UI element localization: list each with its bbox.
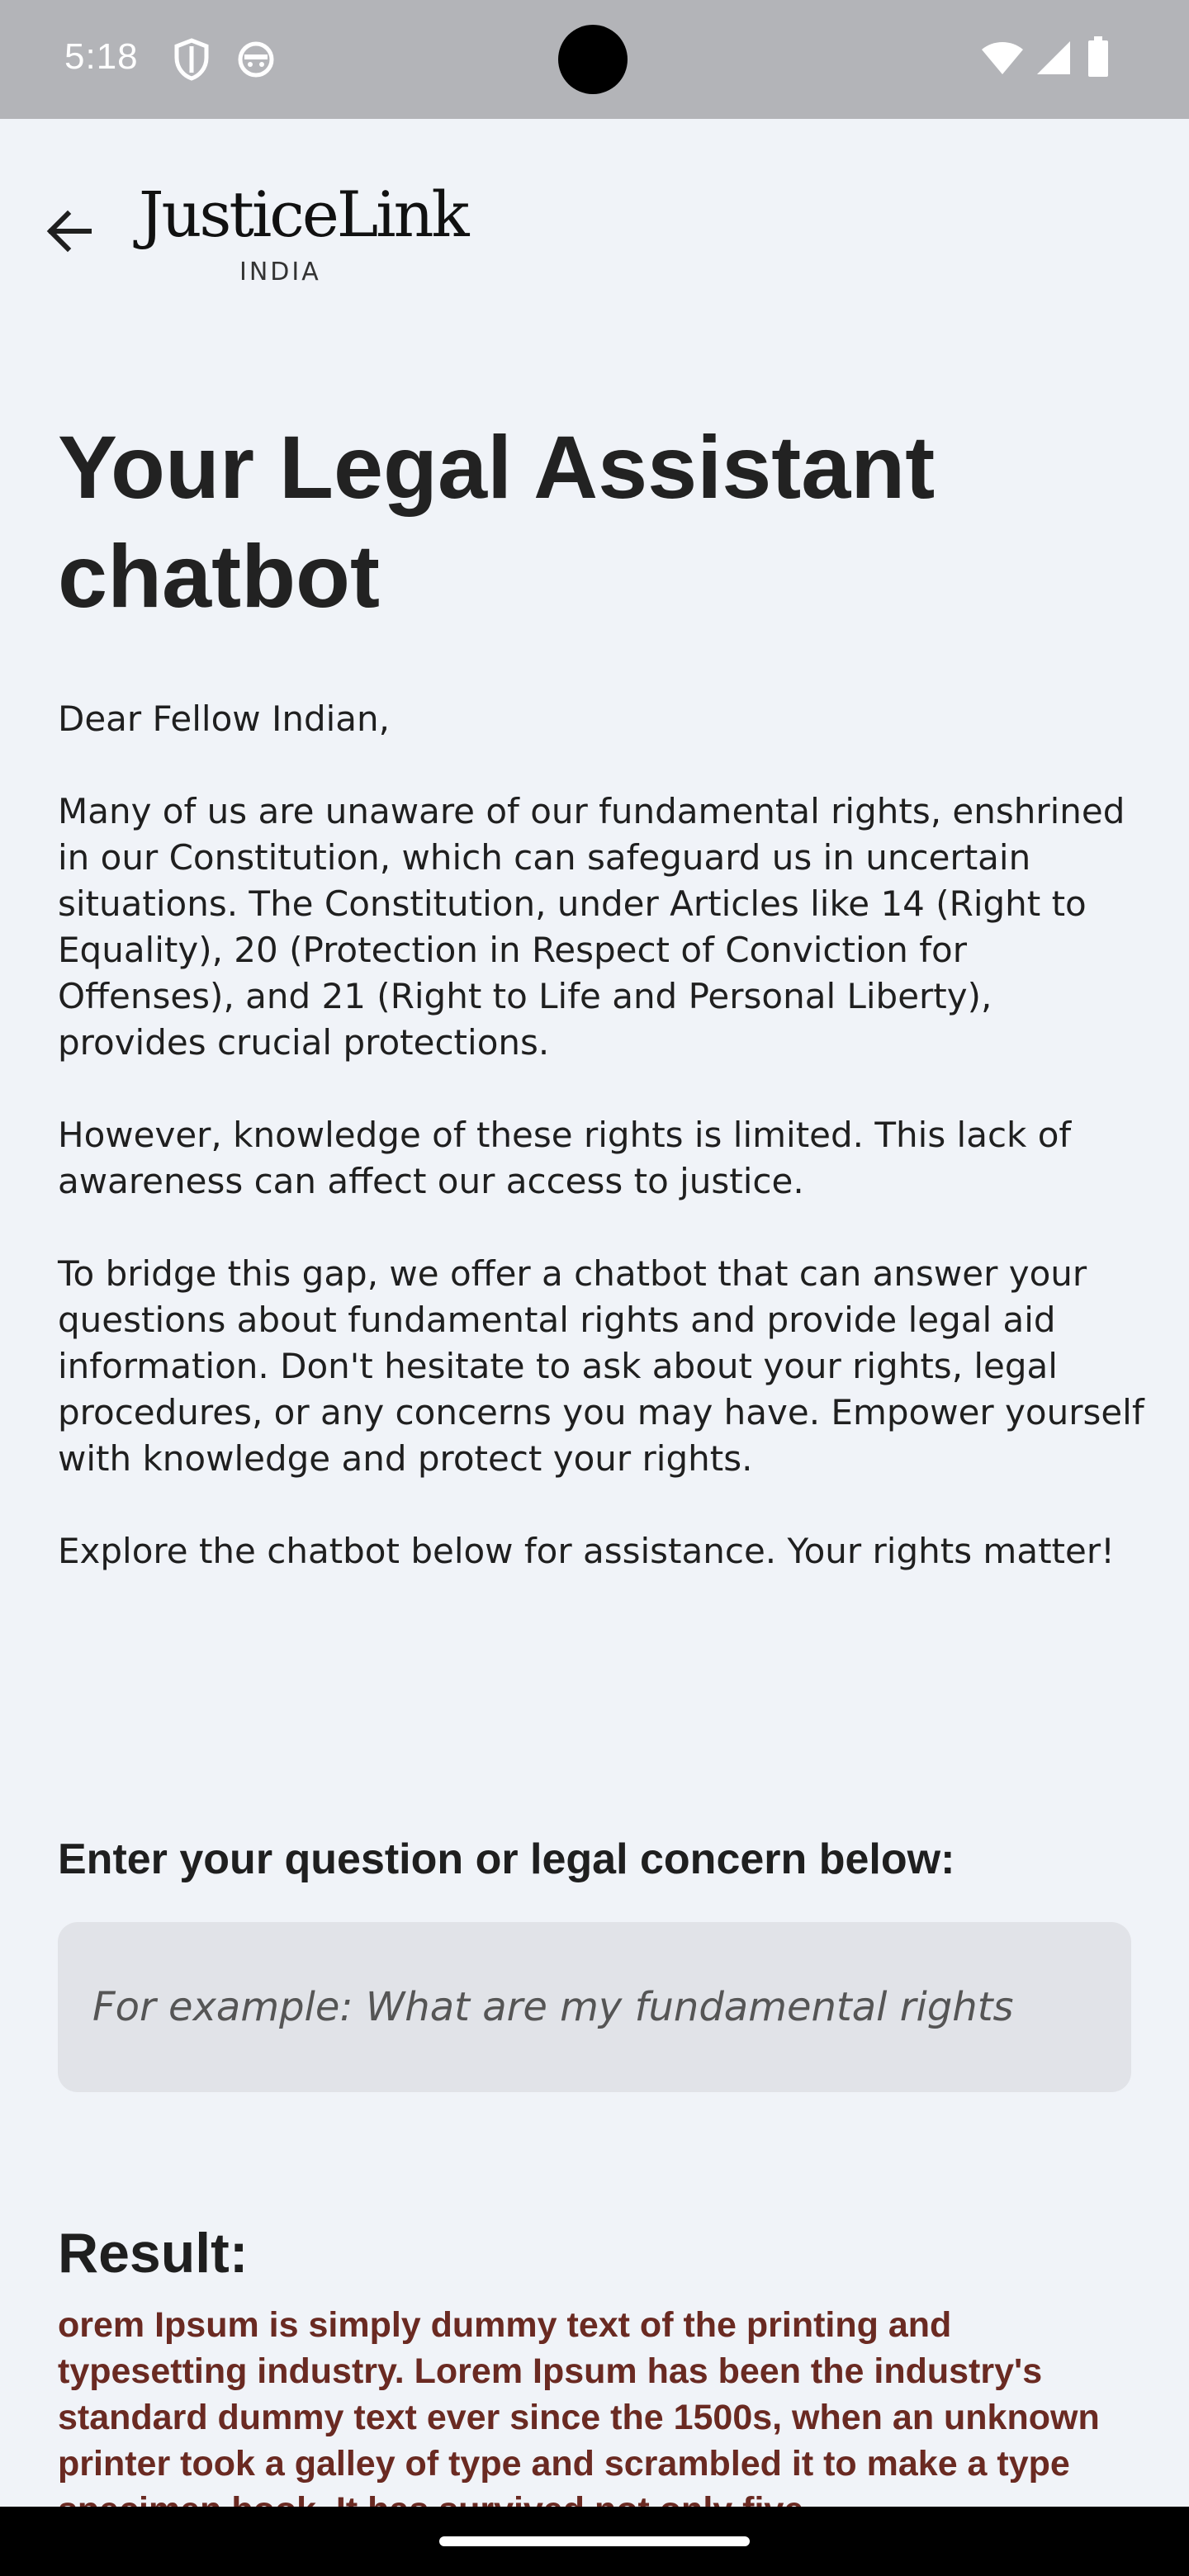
status-time: 5:18 (64, 36, 139, 77)
result-text: orem Ipsum is simply dummy text of the p… (58, 2305, 1100, 2530)
status-bar: 5:18 (0, 0, 1189, 119)
android-face-icon (236, 38, 276, 81)
page-title: Your Legal Assistant chatbot (58, 417, 936, 626)
signal-icon (1035, 40, 1072, 79)
question-input[interactable] (58, 1922, 1131, 2092)
navigation-bar (0, 2507, 1189, 2576)
logo-name: JusticeLink (139, 178, 470, 251)
intro-paragraph: To bridge this gap, we offer a chatbot t… (58, 1253, 1144, 1479)
camera-cutout (558, 25, 628, 94)
shield-icon (173, 38, 210, 84)
app-logo: JusticeLink INDIA (139, 178, 470, 287)
home-gesture-handle[interactable] (439, 2536, 750, 2546)
intro-paragraph: However, knowledge of these rights is li… (58, 1115, 1072, 1201)
question-label: Enter your question or legal concern bel… (58, 1835, 955, 1883)
back-button[interactable] (43, 205, 96, 258)
wifi-icon (981, 40, 1024, 79)
logo-subtitle: INDIA (239, 258, 321, 286)
intro-text: Dear Fellow Indian, Many of us are unawa… (58, 696, 1148, 1621)
result-title: Result: (58, 2222, 249, 2285)
intro-paragraph: Many of us are unaware of our fundamenta… (58, 791, 1125, 1063)
arrow-left-icon (46, 210, 92, 253)
intro-paragraph: Dear Fellow Indian, (58, 698, 391, 739)
intro-paragraph: Explore the chatbot below for assistance… (58, 1531, 1115, 1571)
battery-icon (1087, 36, 1110, 81)
